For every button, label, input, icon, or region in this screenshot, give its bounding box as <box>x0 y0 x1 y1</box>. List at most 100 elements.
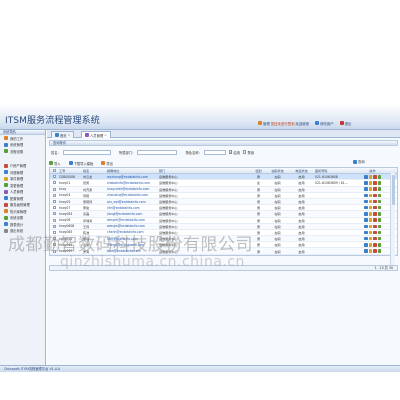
edit-icon[interactable] <box>368 187 372 191</box>
edit-icon[interactable] <box>368 243 372 247</box>
table-cell-mail[interactable]: qiu_wei@ecdatainfo.com <box>106 200 158 204</box>
key-icon[interactable] <box>377 218 381 222</box>
column-header[interactable]: 部门 <box>158 168 250 173</box>
row-checkbox[interactable] <box>50 212 58 216</box>
delete-icon[interactable] <box>373 249 377 253</box>
edit-icon[interactable] <box>368 218 372 222</box>
row-checkbox[interactable] <box>50 175 58 179</box>
delete-icon[interactable] <box>373 218 377 222</box>
row-checkbox[interactable] <box>50 224 58 228</box>
view-icon[interactable] <box>364 212 368 216</box>
signin-warning[interactable]: 您还未进行签到 <box>271 121 295 126</box>
delete-icon[interactable] <box>373 224 377 229</box>
column-header[interactable]: 邮箱地址 <box>106 168 158 173</box>
view-icon[interactable] <box>364 230 368 235</box>
checkbox-box[interactable] <box>53 200 56 204</box>
checkbox-box[interactable] <box>53 212 56 216</box>
select-all-checkbox[interactable] <box>50 169 58 173</box>
view-icon[interactable] <box>364 236 368 241</box>
table-cell-mail[interactable]: zhabeiinfo@ecdatainfo.com <box>106 181 158 185</box>
delete-icon[interactable] <box>373 212 377 216</box>
column-header[interactable]: 操作 <box>352 168 392 173</box>
delete-icon[interactable] <box>373 236 377 241</box>
tab-personnel[interactable]: 人员管理 × <box>81 131 111 138</box>
checkbox-box[interactable] <box>53 206 56 210</box>
view-icon[interactable] <box>364 175 368 179</box>
edit-icon[interactable] <box>368 224 372 229</box>
table-cell-mail[interactable]: zhouxing@ecdatainfo.com <box>106 193 158 197</box>
edit-icon[interactable] <box>368 205 372 210</box>
toolbar-button[interactable]: 导出 <box>101 161 113 166</box>
delete-icon[interactable] <box>373 175 377 179</box>
column-header[interactable]: 在职状态 <box>266 168 288 173</box>
header-link-logout[interactable]: 退出 <box>339 121 351 126</box>
enabled-checkbox[interactable] <box>228 150 233 154</box>
edit-icon[interactable] <box>368 199 372 204</box>
close-icon[interactable]: × <box>104 133 107 137</box>
view-icon[interactable] <box>364 218 368 222</box>
delete-icon[interactable] <box>373 230 377 235</box>
view-icon[interactable] <box>364 187 368 191</box>
checkbox-box[interactable] <box>53 224 56 228</box>
column-header[interactable]: 姓名 <box>82 168 106 173</box>
delete-icon[interactable] <box>373 181 377 185</box>
key-icon[interactable] <box>377 230 381 235</box>
row-checkbox[interactable] <box>50 181 58 185</box>
delete-icon[interactable] <box>373 187 377 191</box>
key-icon[interactable] <box>377 175 381 179</box>
toolbar-button[interactable]: 下载导入模板 <box>68 161 93 166</box>
key-icon[interactable] <box>377 205 381 210</box>
checkbox-box[interactable] <box>53 218 56 222</box>
delete-icon[interactable] <box>373 193 377 198</box>
row-checkbox[interactable] <box>50 218 58 222</box>
edit-icon[interactable] <box>368 193 372 198</box>
edit-icon[interactable] <box>368 249 372 253</box>
key-icon[interactable] <box>377 212 381 216</box>
checkbox-box[interactable] <box>53 181 56 185</box>
key-icon[interactable] <box>377 249 381 253</box>
table-cell-mail[interactable]: wyzhong@ecdatainfo.com <box>106 175 158 179</box>
view-icon[interactable] <box>364 205 368 210</box>
disabled-checkbox[interactable] <box>242 150 247 154</box>
row-checkbox[interactable] <box>50 193 58 197</box>
view-icon[interactable] <box>364 181 368 185</box>
name-input[interactable] <box>62 149 111 155</box>
view-icon[interactable] <box>364 193 368 198</box>
edit-icon[interactable] <box>368 181 372 185</box>
toolbar-button[interactable]: 导入 <box>49 161 61 166</box>
key-icon[interactable] <box>377 181 381 185</box>
checkbox-box[interactable] <box>53 193 56 197</box>
column-header[interactable]: 工号 <box>58 168 82 173</box>
edit-icon[interactable] <box>368 175 372 179</box>
row-checkbox[interactable] <box>50 206 58 210</box>
edit-icon[interactable] <box>368 236 372 241</box>
table-cell-mail[interactable]: jiangl@ecdatainfo.com <box>106 212 158 216</box>
checkbox-box[interactable] <box>53 169 56 173</box>
header-link-modify-user[interactable]: 修改用户 <box>315 121 334 126</box>
view-icon[interactable] <box>364 199 368 204</box>
delete-icon[interactable] <box>373 243 377 247</box>
column-header[interactable]: 电话状态 <box>288 168 314 173</box>
table-cell-mail[interactable]: dengrh@ecdatainfo.com <box>106 218 158 222</box>
scroll-thumb[interactable] <box>391 175 395 205</box>
role-input[interactable] <box>203 149 226 155</box>
tab-home[interactable]: 首页 × <box>51 131 75 138</box>
row-checkbox[interactable] <box>50 200 58 204</box>
search-button[interactable]: 查询 <box>353 159 365 164</box>
table-scrollbar[interactable] <box>390 173 395 265</box>
edit-icon[interactable] <box>368 230 372 235</box>
key-icon[interactable] <box>377 193 381 198</box>
column-header[interactable]: 座机号码 <box>314 168 352 173</box>
delete-icon[interactable] <box>373 205 377 210</box>
view-icon[interactable] <box>364 243 368 247</box>
edit-icon[interactable] <box>368 212 372 216</box>
key-icon[interactable] <box>377 199 381 204</box>
table-cell-mail[interactable]: wangw@ecdatainfo.com <box>106 224 158 228</box>
close-icon[interactable]: × <box>68 133 71 137</box>
key-icon[interactable] <box>377 236 381 241</box>
table-cell-mail[interactable]: lihn@ecdatainfo.com <box>106 206 158 210</box>
row-checkbox[interactable] <box>50 187 58 191</box>
view-icon[interactable] <box>364 224 368 229</box>
dept-input[interactable] <box>137 149 178 155</box>
checkbox-box[interactable] <box>53 187 56 191</box>
